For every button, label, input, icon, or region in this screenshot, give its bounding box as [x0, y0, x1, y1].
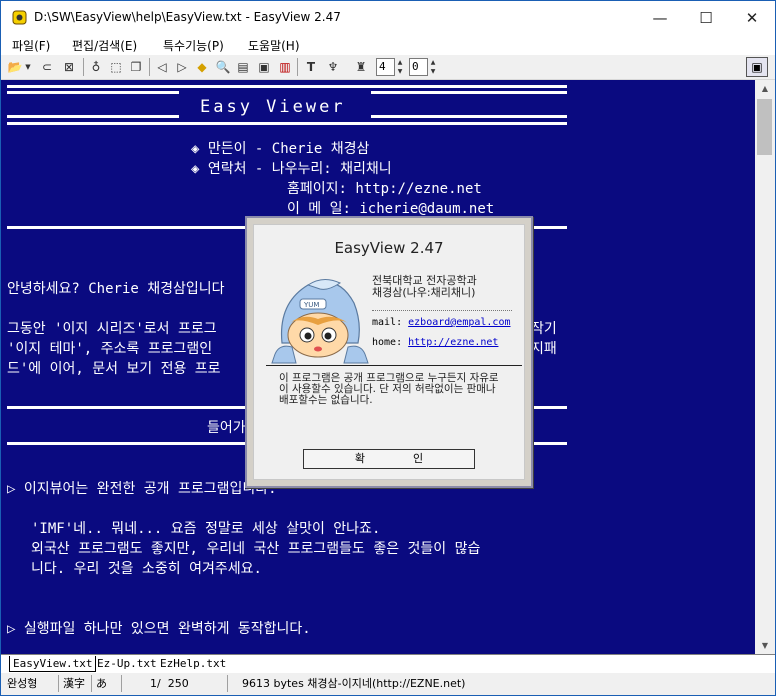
- close-button[interactable]: ✕: [729, 1, 775, 35]
- minimize-button[interactable]: —: [637, 1, 683, 35]
- mascot-badge-text: YUM: [303, 301, 319, 309]
- font-icon[interactable]: T: [303, 59, 319, 75]
- mail-row: mail: ezboard@empal.com: [372, 317, 511, 328]
- content-imf-l3: 니다. 우리 것을 소중히 여겨주세요.: [31, 561, 262, 577]
- recent-icon[interactable]: ⊂: [39, 59, 55, 75]
- file-tabs: EasyView.txt Ez-Up.txt EzHelp.txt: [1, 654, 775, 673]
- bookmark-icon[interactable]: ◆: [194, 59, 210, 75]
- line-spacing-stepper[interactable]: ▲ ▼: [395, 58, 405, 76]
- status-kana: あ: [91, 675, 118, 692]
- line-spacing-input[interactable]: 4: [376, 58, 395, 76]
- title-bar: D:\SW\EasyView\help\EasyView.txt - EasyV…: [1, 1, 775, 35]
- window-title: D:\SW\EasyView\help\EasyView.txt - EasyV…: [34, 10, 341, 24]
- bulb-icon[interactable]: ♁: [88, 59, 104, 75]
- content-bullet1: ▷ 이지뷰어는 완전한 공개 프로그램입니다.: [7, 481, 277, 497]
- content-p1-l3: 드'에 이어, 문서 보기 전용 프로: [7, 361, 221, 377]
- open-folder-icon[interactable]: 📂: [7, 59, 23, 75]
- content-contact: ◈ 연락처 - 나우누리: 채리채니: [191, 161, 392, 177]
- book-icon[interactable]: ▥: [277, 59, 293, 75]
- content-author: ◈ 만든이 - Cherie 채경삼: [191, 141, 370, 157]
- dialog-title: EasyView 2.47: [334, 239, 444, 257]
- home-row: home: http://ezne.net: [372, 337, 498, 348]
- content-p1-l2-end: 지패: [531, 341, 557, 357]
- tab-ezhelp[interactable]: EzHelp.txt: [160, 656, 226, 671]
- print-icon[interactable]: ▣: [256, 59, 272, 75]
- content-p1-l1: 그동안 '이지 시리즈'로서 프로그: [7, 321, 217, 337]
- content-hello: 안녕하세요? Cherie 채경삼입니다: [7, 281, 225, 297]
- app-icon: [12, 10, 27, 25]
- maximize-button[interactable]: ☐: [683, 1, 729, 35]
- scroll-up-icon[interactable]: ▲: [755, 80, 775, 97]
- mascot-logo-icon: YUM: [271, 279, 369, 364]
- status-charset: 漢字: [58, 675, 89, 692]
- vertical-scrollbar[interactable]: ▲ ▼: [755, 80, 775, 654]
- content-bullet2: ▷ 실행파일 하나만 있으면 완벽하게 동작합니다.: [7, 621, 311, 637]
- content-p1-l1-end: 작기: [531, 321, 557, 337]
- margin-stepper[interactable]: ▲ ▼: [428, 58, 438, 76]
- content-homepage: 홈페이지: http://ezne.net: [287, 181, 482, 197]
- status-bar: 완성형 漢字 あ 1/ 250 9613 bytes 채경삼-이지네(http:…: [1, 673, 775, 695]
- menu-bar: 파일(F) 편집/검색(E) 특수기능(P) 도움말(H): [1, 35, 775, 55]
- about-dialog-body: EasyView 2.47 YUM 전북대학교 전자공학과 채경삼(나우:채리채…: [253, 224, 525, 480]
- menu-special[interactable]: 특수기능(P): [163, 37, 224, 54]
- content-p1-l2: '이지 테마', 주소록 프로그램인: [7, 341, 213, 357]
- status-mode: 완성형: [7, 677, 38, 690]
- trash-icon[interactable]: ♜: [353, 59, 369, 75]
- dropdown-arrow-icon[interactable]: ▼: [23, 59, 33, 75]
- license-notice: 이 프로그램은 공개 프로그램으로 누구든지 자유로이 사용할수 있습니다. 단…: [279, 372, 499, 406]
- mail-link[interactable]: ezboard@empal.com: [408, 317, 510, 328]
- author-name: 채경삼(나우:채리채니): [372, 286, 476, 299]
- home-label: home:: [372, 337, 403, 348]
- content-section: 들어가: [207, 420, 246, 436]
- content-header: Easy Viewer: [200, 97, 346, 117]
- content-imf-l2: 외국산 프로그램도 좋지만, 우리네 국산 프로그램들도 좋은 것들이 많습: [31, 541, 481, 557]
- tab-easyview[interactable]: EasyView.txt: [9, 656, 97, 672]
- select-icon[interactable]: ⬚: [108, 59, 124, 75]
- menu-file[interactable]: 파일(F): [12, 37, 50, 54]
- toolbar: 📂 ▼ ⊂ ⊠ ♁ ⬚ ❐ ◁ ▷ ◆ 🔍 ▤ ▣ ▥ T ♆ ♜ 4 ▲ ▼ 0…: [1, 55, 775, 80]
- next-icon[interactable]: ▷: [174, 59, 190, 75]
- menu-edit-search[interactable]: 편집/검색(E): [72, 37, 137, 54]
- content-imf-l1: 'IMF'네.. 뭐네... 요즘 정말로 세상 살맛이 안나죠.: [31, 521, 381, 537]
- prev-icon[interactable]: ◁: [154, 59, 170, 75]
- page-icon[interactable]: ▤: [235, 59, 251, 75]
- brush-icon[interactable]: ♆: [325, 59, 341, 75]
- scroll-down-icon[interactable]: ▼: [755, 637, 775, 654]
- about-dialog: EasyView 2.47 YUM 전북대학교 전자공학과 채경삼(나우:채리채…: [245, 216, 533, 488]
- margin-input[interactable]: 0: [409, 58, 428, 76]
- mail-label: mail:: [372, 317, 403, 328]
- close-file-icon[interactable]: ⊠: [61, 59, 77, 75]
- about-icon[interactable]: ▣: [746, 57, 768, 77]
- tab-ez-up[interactable]: Ez-Up.txt: [97, 656, 157, 671]
- content-email: 이 메 일: icherie@daum.net: [287, 201, 495, 217]
- home-link[interactable]: http://ezne.net: [408, 337, 498, 348]
- author-info: 전북대학교 전자공학과 채경삼(나우:채리채니): [372, 275, 477, 299]
- status-info: 9613 bytes 채경삼-이지네(http://EZNE.net): [227, 675, 776, 692]
- scroll-thumb[interactable]: [757, 99, 772, 155]
- menu-help[interactable]: 도움말(H): [248, 37, 300, 54]
- copy-icon[interactable]: ❐: [128, 59, 144, 75]
- search-icon[interactable]: 🔍: [215, 59, 231, 75]
- ok-button[interactable]: 확인: [303, 449, 475, 469]
